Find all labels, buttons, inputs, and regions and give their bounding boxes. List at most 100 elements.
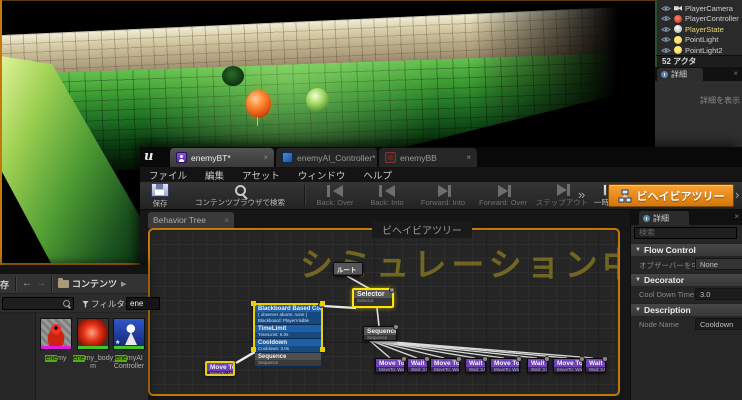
node-subtitle: Sequence	[255, 360, 321, 366]
filter-funnel-icon	[82, 301, 89, 308]
tab-enemy-bb[interactable]: enemyBB ×	[379, 148, 477, 167]
close-icon[interactable]: ×	[259, 153, 268, 162]
asset-thumbnail-enemy-ai-controller[interactable]: ★	[113, 318, 145, 350]
graph-node-wait[interactable]: WaitWait: 3.0s	[527, 358, 548, 373]
behavior-tree-graph-canvas[interactable]: シミュレーション中 ルート	[148, 228, 620, 396]
scene-right-shadow	[470, 0, 655, 130]
close-icon[interactable]: ×	[462, 153, 471, 162]
asset-type-bar	[78, 346, 108, 349]
chevron-down-icon: ▼	[635, 307, 641, 313]
toolbar-expand-chevron[interactable]: »	[578, 187, 585, 202]
asset-name: myAI	[127, 355, 143, 362]
section-title: Description	[644, 305, 691, 315]
node-subtitle: MoveTo: Waypoint	[491, 367, 519, 373]
graph-node-move-to[interactable]: Move ToMoveTo: Waypoint	[490, 358, 520, 373]
menu-help[interactable]: ヘルプ	[354, 168, 401, 182]
eye-icon[interactable]	[661, 47, 671, 54]
section-description[interactable]: ▼ Description	[631, 303, 742, 316]
asset-thumbnail-enemy[interactable]	[40, 318, 72, 350]
section-decorator[interactable]: ▼ Decorator	[631, 273, 742, 286]
node-title: Sequence	[364, 327, 396, 335]
tab-bt-details[interactable]: 詳細	[639, 211, 689, 225]
graph-node-move-to[interactable]: Move ToMoveTo: Waypoint	[375, 358, 405, 373]
decorator-time-limit[interactable]: TimeLimit TimeLimit: 5.0s	[255, 325, 321, 339]
content-browser-filter-row: フィルター ▼ ene	[0, 294, 148, 313]
actor-label[interactable]: PointLight2	[685, 46, 723, 55]
tab-label: 詳細	[671, 69, 687, 80]
content-browser-panel: 保存 ← → コンテンツ ▶ フィルター ▼ ene	[0, 265, 148, 400]
menu-asset[interactable]: アセット	[233, 168, 289, 182]
tab-details[interactable]: 詳細	[657, 68, 703, 81]
graph-node-wait[interactable]: WaitWait: 3.0s	[465, 358, 486, 373]
graph-node-sequence[interactable]: Sequence Sequence	[363, 326, 397, 341]
breadcrumb-behavior-tree-tab[interactable]: Behavior Tree ×	[148, 212, 234, 228]
outliner-row[interactable]: PointLight2	[657, 45, 742, 56]
observer-aborts-dropdown[interactable]: None	[695, 258, 742, 270]
tab-label: enemyAI_Controller*	[297, 153, 375, 163]
graph-node-wait[interactable]: WaitWait: 3.0s	[585, 358, 606, 373]
section-flow-control[interactable]: ▼ Flow Control	[631, 243, 742, 256]
actor-label[interactable]: PlayerController	[685, 14, 739, 23]
actor-label[interactable]: PlayerCamera	[685, 4, 733, 13]
outliner-actor-count: 52 アクタ	[655, 55, 742, 67]
cool-down-time-input[interactable]: 3.0	[695, 288, 742, 300]
graph-node-move-to[interactable]: Move ToMoveTo: Waypoint	[430, 358, 460, 373]
node-name-input[interactable]: Cooldown	[695, 318, 742, 330]
eye-icon[interactable]	[661, 15, 671, 22]
graph-node-selector[interactable]: Selector Selector	[352, 288, 394, 308]
node-subtitle: MoveTo: Waypoint	[207, 371, 233, 377]
sources-panel[interactable]	[0, 313, 36, 400]
menu-window[interactable]: ウィンドウ	[289, 168, 355, 182]
decorator-blackboard-condition[interactable]: Blackboard Based Condition ( observer ab…	[255, 305, 321, 325]
graph-node-root[interactable]: ルート	[333, 262, 363, 276]
outliner-row[interactable]: PlayerState	[657, 24, 742, 35]
outliner-row[interactable]: PointLight	[657, 35, 742, 46]
menu-edit[interactable]: 編集	[196, 168, 233, 182]
composite-sequence[interactable]: Sequence Sequence	[255, 353, 321, 367]
search-match-highlight: ene	[45, 355, 57, 362]
details-search-input[interactable]: 検索	[634, 227, 737, 239]
actor-label[interactable]: PlayerState	[685, 25, 724, 34]
tab-enemy-bt[interactable]: enemyBT* ×	[170, 148, 274, 167]
outliner-row[interactable]: PlayerCamera	[657, 3, 742, 14]
asset-thumbnail-enemy-body[interactable]	[77, 318, 109, 350]
asset-label[interactable]: enemy_body_ m	[73, 355, 113, 371]
node-pin-dot	[516, 356, 522, 362]
menu-file[interactable]: ファイル	[140, 168, 196, 182]
asset-label[interactable]: enemyAI Controller	[109, 355, 149, 371]
property-row: Cool Down Time 3.0	[631, 286, 742, 303]
graph-node-move-to[interactable]: Move ToMoveTo: Waypoint	[553, 358, 583, 373]
actor-label[interactable]: PointLight	[685, 35, 718, 44]
sources-search-input[interactable]	[2, 297, 74, 310]
breadcrumb-content[interactable]: コンテンツ	[72, 277, 117, 290]
eye-icon[interactable]	[661, 26, 671, 33]
outliner-row[interactable]: PlayerController	[657, 14, 742, 25]
forward-arrow-icon[interactable]: →	[34, 278, 48, 289]
node-subtitle: Wait: 3.0s	[528, 367, 547, 373]
caret-right-icon[interactable]: ▶	[121, 280, 126, 288]
close-icon[interactable]: ×	[733, 69, 738, 78]
camera-icon	[674, 4, 682, 12]
asset-label[interactable]: enemy	[36, 355, 76, 363]
eye-icon[interactable]	[661, 36, 671, 43]
eye-icon[interactable]	[661, 5, 671, 12]
graph-node-move-to-selected[interactable]: Move To MoveTo: Waypoint	[205, 361, 235, 376]
behavior-tree-debug-button[interactable]: ビヘイビアツリー	[608, 184, 734, 207]
save-all-button[interactable]: 保存	[0, 275, 12, 293]
unreal-logo-icon: u	[144, 149, 153, 164]
close-icon[interactable]: ×	[224, 216, 229, 225]
close-icon[interactable]: ×	[734, 212, 739, 221]
tab-enemy-ai-controller[interactable]: enemyAI_Controller* ×	[276, 148, 377, 167]
property-row: オブザーバーを中止 None	[631, 256, 742, 273]
screen: PlayerCamera PlayerController PlayerStat…	[0, 0, 742, 400]
node-title: Move To	[207, 363, 233, 371]
graph-node-wait[interactable]: WaitWait: 3.0s	[407, 358, 428, 373]
node-subtitle: MoveTo: Waypoint	[554, 367, 582, 373]
graph-node-decorated-sequence[interactable]: Blackboard Based Condition ( observer ab…	[253, 303, 323, 350]
details-empty-text: 詳細を表示	[700, 95, 740, 106]
toolbar-more-chevron[interactable]: ›	[735, 187, 739, 202]
decorator-cooldown[interactable]: Cooldown Cooldown: 3.0s	[255, 339, 321, 353]
back-arrow-icon[interactable]: ←	[20, 278, 34, 289]
asset-search-input[interactable]: ene	[126, 297, 160, 310]
property-label: Node Name	[639, 320, 679, 329]
